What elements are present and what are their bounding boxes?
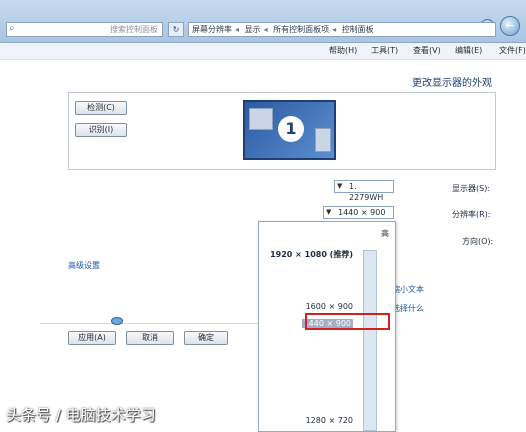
back-button[interactable]: ← — [500, 16, 520, 36]
breadcrumb-item[interactable]: 所有控制面板项 — [270, 25, 332, 34]
breadcrumb-separator-icon: ◂ — [263, 25, 268, 34]
advanced-settings-link[interactable]: 高级设置 — [68, 260, 100, 271]
menu-edit[interactable]: 编辑(E) — [455, 45, 482, 56]
menu-bar: 文件(F) 编辑(E) 查看(V) 工具(T) 帮助(H) — [0, 43, 526, 60]
page-title: 更改显示器的外观 — [412, 78, 492, 89]
search-input[interactable]: ⌕ 搜索控制面板 — [6, 22, 163, 37]
breadcrumb-separator-icon: ◂ — [332, 25, 337, 34]
monitor-icon[interactable]: 1 — [243, 100, 336, 160]
window-titlebar: ← → ⌕ 搜索控制面板 ↻ 屏幕分辨率◂ 显示◂ 所有控制面板项◂ 控制面板 — [0, 0, 526, 43]
resolution-label: 分辨率(R): — [452, 210, 491, 219]
display-select[interactable]: ▼ 1. 2279WH — [334, 180, 394, 202]
resolution-option[interactable]: 1280 × 720 — [306, 416, 353, 425]
window-thumbnail-icon — [249, 108, 273, 130]
ok-button[interactable]: 确定 — [184, 331, 228, 345]
apply-button[interactable]: 应用(A) — [68, 331, 116, 345]
refresh-button[interactable]: ↻ — [168, 22, 184, 37]
resolution-select[interactable]: ▼ 1440 × 900 — [323, 206, 394, 219]
search-placeholder: 搜索控制面板 — [110, 25, 158, 34]
address-bar[interactable]: 屏幕分辨率 ◂ 显示 ◂ 所有控制面板项 ◂ 控制面板 — [188, 22, 496, 37]
detect-button[interactable]: 检测(C) — [75, 101, 127, 115]
window-thumbnail-icon — [315, 128, 331, 152]
resolution-select-value: 1440 × 900 — [338, 208, 386, 217]
refresh-icon: ↻ — [172, 25, 180, 34]
display-label: 显示器(S): — [452, 184, 491, 193]
chevron-down-icon: ▼ — [337, 182, 343, 190]
menu-file[interactable]: 文件(F) — [499, 45, 526, 56]
resolution-option[interactable]: 1920 × 1080 (推荐) — [270, 249, 353, 260]
breadcrumb-item[interactable]: 控制面板 — [339, 25, 377, 34]
identify-button[interactable]: 识别(I) — [75, 123, 127, 137]
resolution-slider-thumb[interactable] — [111, 317, 123, 325]
cancel-button[interactable]: 取消 — [126, 331, 174, 345]
monitor-number-badge: 1 — [278, 116, 304, 142]
menu-help[interactable]: 帮助(H) — [329, 45, 357, 56]
breadcrumb-item[interactable]: 屏幕分辨率 — [189, 25, 235, 34]
menu-view[interactable]: 查看(V) — [413, 45, 441, 56]
watermark: 头条号 / 电脑技术学习 — [6, 406, 156, 424]
search-icon: ⌕ — [9, 23, 15, 34]
divider — [40, 323, 258, 324]
menu-tools[interactable]: 工具(T) — [371, 45, 398, 56]
breadcrumb-item[interactable]: 显示 — [242, 25, 264, 34]
orientation-label: 方向(O): — [462, 237, 494, 246]
resolution-slider-track[interactable] — [363, 250, 377, 431]
slider-high-label: 高 — [381, 229, 389, 238]
breadcrumb-separator-icon: ◂ — [235, 25, 240, 34]
display-select-value: 1. 2279WH — [349, 182, 384, 202]
chevron-down-icon: ▼ — [326, 208, 332, 216]
back-arrow-icon: ← — [505, 19, 515, 32]
highlight-box — [305, 313, 390, 330]
resolution-option[interactable]: 1600 × 900 — [306, 302, 353, 311]
